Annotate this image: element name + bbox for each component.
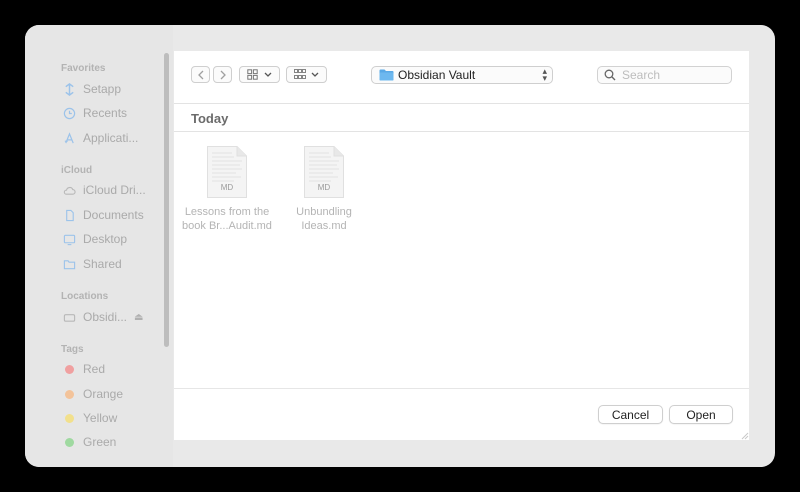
folder-icon bbox=[379, 69, 394, 81]
sidebar: Favorites Setapp Recents Applicati... iC… bbox=[25, 25, 173, 467]
tag-color-dot bbox=[65, 437, 74, 447]
sidebar-item-tag-green[interactable]: Green bbox=[62, 433, 116, 451]
file-name-line: book Br...Audit.md bbox=[182, 220, 272, 232]
sidebar-item-shared[interactable]: Shared bbox=[62, 255, 122, 273]
sidebar-item-documents[interactable]: Documents bbox=[62, 206, 144, 224]
tag-color-dot bbox=[65, 413, 74, 423]
sidebar-item-setapp[interactable]: Setapp bbox=[62, 80, 121, 98]
sidebar-item-label: Applicati... bbox=[83, 131, 139, 145]
search-field[interactable] bbox=[597, 66, 732, 84]
sidebar-item-desktop[interactable]: Desktop bbox=[62, 230, 127, 248]
eject-icon[interactable]: ⏏ bbox=[134, 312, 143, 323]
group-by-button[interactable] bbox=[286, 66, 327, 83]
sidebar-item-label: Desktop bbox=[83, 232, 128, 246]
sidebar-section-favorites: Favorites bbox=[61, 63, 106, 74]
sidebar-item-tag-orange[interactable]: Orange bbox=[62, 385, 123, 403]
sidebar-item-label: Recents bbox=[83, 106, 128, 120]
cancel-button[interactable]: Cancel bbox=[598, 405, 663, 424]
sidebar-item-recents[interactable]: Recents bbox=[62, 104, 127, 122]
file-name-line: Unbundling bbox=[296, 206, 352, 218]
open-file-dialog: Favorites Setapp Recents Applicati... iC… bbox=[25, 25, 775, 467]
chevron-down-icon bbox=[311, 72, 319, 77]
desktop-icon bbox=[62, 232, 76, 246]
chevron-down-icon bbox=[264, 72, 272, 77]
cloud-icon bbox=[62, 183, 76, 197]
sidebar-item-label: iCloud Dri... bbox=[83, 183, 146, 197]
sidebar-item-icloud-drive[interactable]: iCloud Dri... bbox=[62, 181, 146, 199]
sidebar-item-label: Setapp bbox=[83, 82, 122, 96]
group-grid-icon bbox=[294, 69, 306, 79]
sidebar-item-label: Green bbox=[83, 435, 117, 449]
sidebar-item-tag-red[interactable]: Red bbox=[62, 360, 105, 378]
sidebar-scrollbar[interactable] bbox=[164, 53, 169, 347]
tag-color-dot bbox=[65, 389, 74, 399]
group-header: Today bbox=[174, 104, 749, 132]
sidebar-section-icloud: iCloud bbox=[61, 165, 93, 176]
document-icon bbox=[62, 208, 76, 222]
tag-color-dot bbox=[65, 364, 74, 374]
sidebar-item-label: Shared bbox=[83, 257, 122, 271]
location-popup[interactable]: Obsidian Vault ▴ ▾ bbox=[371, 66, 553, 84]
icon-grid-icon bbox=[247, 69, 258, 80]
file-type-badge: MD bbox=[317, 183, 331, 192]
file-name-line: Lessons from the bbox=[184, 206, 270, 218]
chevron-left-icon bbox=[197, 70, 203, 79]
file-item[interactable]: MD Lessons from the book Br...Audit.md bbox=[177, 145, 277, 233]
sidebar-item-applications[interactable]: Applicati... bbox=[62, 129, 138, 147]
file-browser-pane: Obsidian Vault ▴▾ Today bbox=[174, 51, 749, 440]
open-button[interactable]: Open bbox=[669, 405, 733, 424]
up-down-chevron-icon: ▴ ▾ bbox=[542, 66, 547, 83]
file-name: Unbundling Ideas.md bbox=[274, 205, 374, 233]
forward-button[interactable] bbox=[213, 66, 232, 83]
sidebar-section-tags: Tags bbox=[61, 344, 84, 355]
sidebar-item-obsidian-volume[interactable]: Obsidi... ⏏ bbox=[62, 308, 143, 326]
applications-icon bbox=[62, 131, 76, 145]
sidebar-item-label: Yellow bbox=[83, 411, 118, 425]
sidebar-item-label: Red bbox=[83, 362, 106, 376]
clock-icon bbox=[62, 106, 76, 120]
setapp-icon bbox=[62, 82, 76, 96]
group-title: Today bbox=[191, 111, 229, 126]
shared-folder-icon bbox=[62, 257, 76, 271]
chevron-right-icon bbox=[220, 70, 226, 79]
sidebar-item-label: Obsidi... bbox=[83, 310, 128, 324]
sidebar-item-label: Orange bbox=[83, 387, 124, 401]
file-name-line: Ideas.md bbox=[301, 220, 347, 232]
search-icon bbox=[604, 69, 616, 81]
search-input[interactable] bbox=[620, 67, 724, 83]
view-mode-button[interactable] bbox=[239, 66, 280, 83]
sidebar-item-tag-yellow[interactable]: Yellow bbox=[62, 409, 117, 427]
drive-icon bbox=[62, 310, 76, 324]
dialog-footer: Cancel Open bbox=[174, 388, 749, 441]
sidebar-section-locations: Locations bbox=[61, 291, 109, 302]
back-button[interactable] bbox=[191, 66, 210, 83]
resize-grip-icon[interactable] bbox=[741, 432, 749, 440]
toolbar: Obsidian Vault ▴ ▾ bbox=[174, 51, 749, 104]
sidebar-item-label: Documents bbox=[83, 208, 144, 222]
file-item[interactable]: MD Unbundling Ideas.md bbox=[274, 145, 374, 233]
location-name: Obsidian Vault bbox=[398, 68, 476, 82]
file-name: Lessons from the book Br...Audit.md bbox=[177, 205, 277, 233]
file-type-badge: MD bbox=[220, 183, 234, 192]
